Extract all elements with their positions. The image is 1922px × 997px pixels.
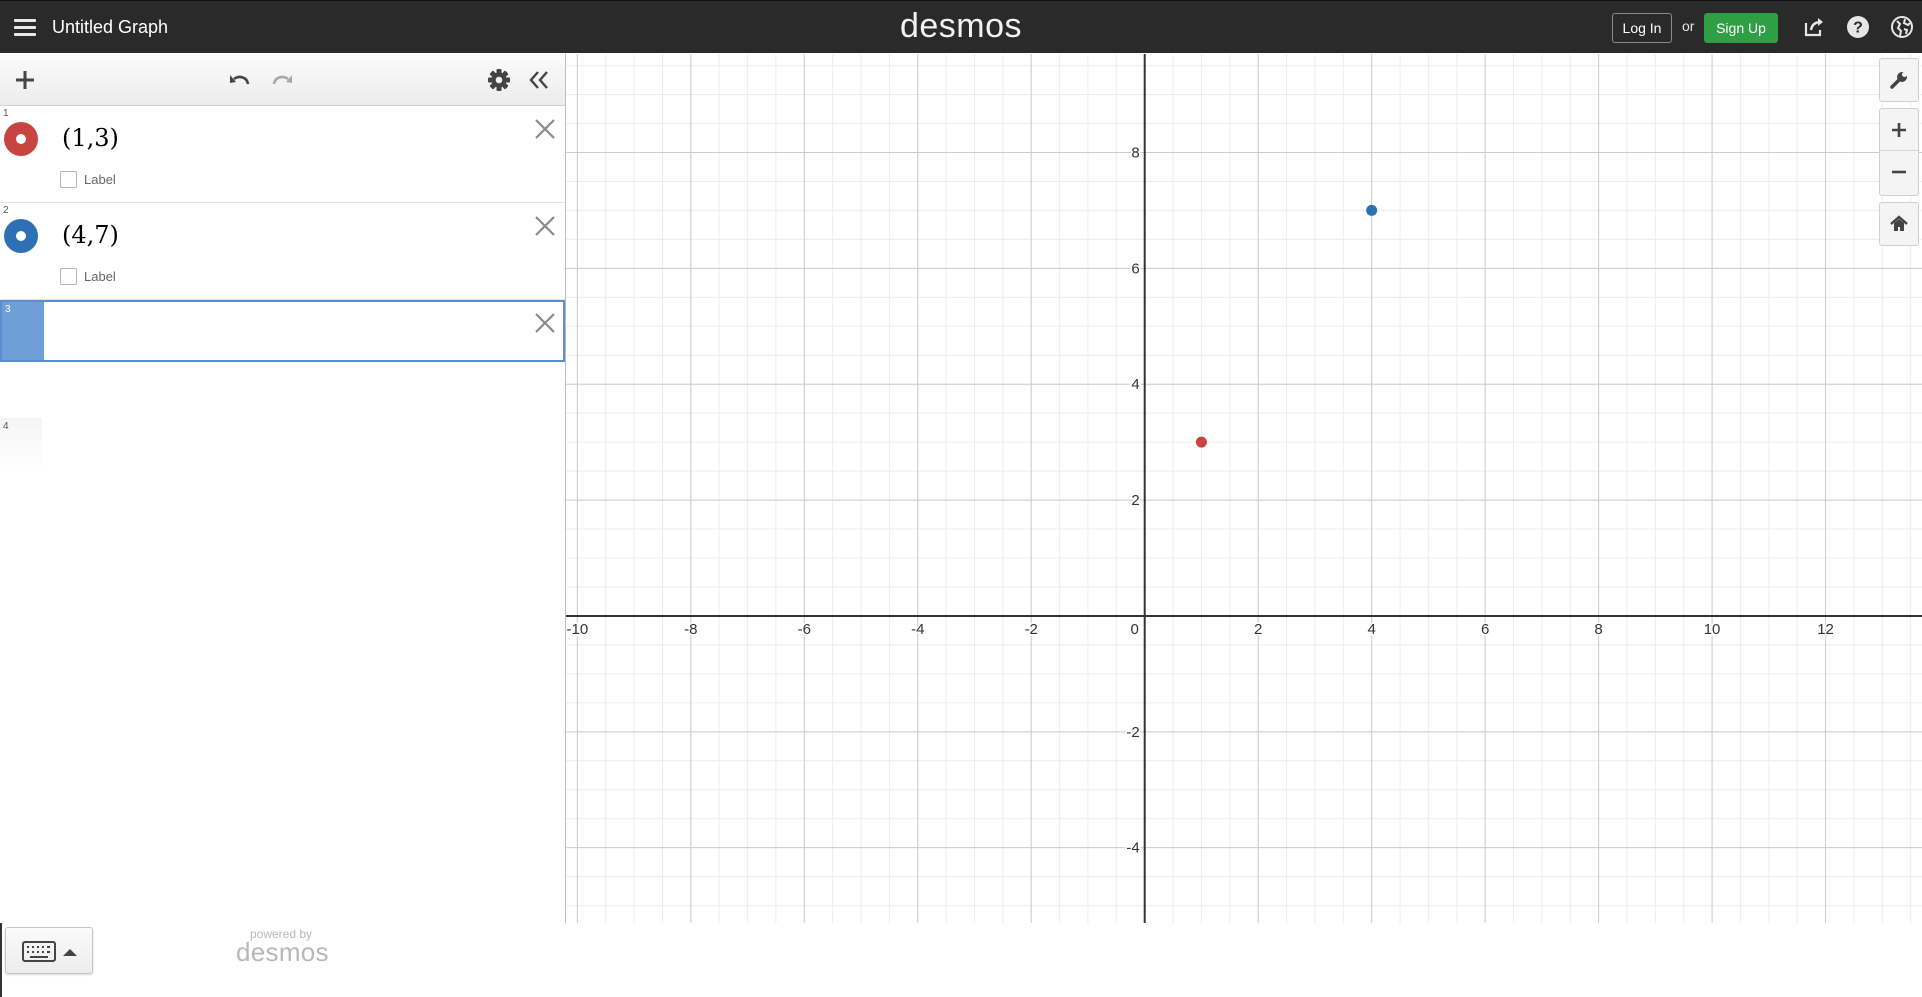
label-checkbox-text: Label — [84, 172, 116, 187]
label-checkbox[interactable] — [60, 171, 77, 188]
row-number: 1 — [3, 108, 9, 119]
expression-row[interactable]: 2 (4,7) Label — [0, 203, 565, 300]
page-edge-line — [0, 923, 2, 997]
home-control — [1879, 202, 1919, 246]
y-tick-label: -2 — [1126, 724, 1139, 741]
delete-expression-icon[interactable] — [532, 310, 558, 336]
svg-text:?: ? — [1853, 20, 1863, 37]
expression-row[interactable]: 1 (1,3) Label — [0, 106, 565, 203]
y-tick-label: 4 — [1131, 376, 1139, 393]
undo-icon[interactable] — [226, 66, 254, 94]
language-icon[interactable] — [1890, 15, 1914, 39]
expression-math[interactable]: (1,3) — [62, 124, 119, 152]
zoom-out-icon[interactable] — [1880, 151, 1918, 193]
redo-icon[interactable] — [268, 66, 296, 94]
y-tick-label: 6 — [1131, 260, 1139, 277]
plot-point[interactable] — [1366, 204, 1378, 216]
row-number: 2 — [3, 205, 9, 216]
x-tick-label: 2 — [1254, 621, 1262, 638]
x-tick-label: 4 — [1367, 621, 1375, 638]
wrench-icon[interactable] — [1880, 59, 1918, 101]
delete-expression-icon[interactable] — [532, 116, 558, 142]
expression-toolbar — [0, 54, 565, 106]
expression-row-active[interactable]: 3 — [0, 300, 565, 362]
row-number: 4 — [3, 421, 9, 432]
x-tick-label: -4 — [911, 621, 924, 638]
delete-expression-icon[interactable] — [532, 213, 558, 239]
row-number: 3 — [5, 304, 11, 315]
x-tick-label: -6 — [798, 621, 811, 638]
x-tick-label: 12 — [1817, 621, 1834, 638]
expression-math[interactable]: (4,7) — [62, 221, 119, 249]
x-tick-label: -2 — [1025, 621, 1038, 638]
y-tick-label: 8 — [1131, 144, 1139, 161]
top-bar: Untitled Graph desmos Log In or Sign Up … — [0, 0, 1922, 53]
label-checkbox-text: Label — [84, 269, 116, 284]
row-gutter: 1 — [0, 106, 42, 202]
add-icon[interactable] — [11, 66, 39, 94]
graph-title[interactable]: Untitled Graph — [52, 17, 168, 38]
keyboard-icon — [22, 941, 56, 962]
login-button[interactable]: Log In — [1612, 13, 1672, 43]
y-tick-label: -4 — [1126, 840, 1139, 857]
graph-paper[interactable]: -10 -8 -6 -4 -2 0 2 4 6 8 10 12 8 6 4 2 -2 -4 — [566, 54, 1922, 923]
x-tick-label: -10 — [567, 621, 589, 638]
row-gutter: 2 — [0, 203, 42, 299]
home-icon[interactable] — [1880, 203, 1918, 245]
plot-point[interactable] — [1195, 436, 1207, 448]
menu-icon[interactable] — [14, 19, 36, 37]
y-tick-label: 2 — [1131, 492, 1139, 509]
settings-gear-icon[interactable] — [485, 66, 513, 94]
x-tick-label: 8 — [1594, 621, 1602, 638]
zoom-in-icon[interactable] — [1880, 109, 1918, 151]
label-checkbox[interactable] — [60, 268, 77, 285]
powered-by-logo: desmos — [236, 937, 329, 967]
x-tick-label: 10 — [1704, 621, 1721, 638]
x-tick-label: -8 — [684, 621, 697, 638]
color-swatch-icon[interactable] — [4, 122, 38, 156]
powered-by-desmos[interactable]: powered by desmos — [236, 927, 329, 968]
color-swatch-icon[interactable] — [4, 219, 38, 253]
keyboard-toggle-button[interactable] — [5, 927, 93, 974]
caret-up-icon — [63, 949, 77, 956]
or-text: or — [1682, 18, 1695, 34]
x-tick-label: 0 — [1131, 621, 1139, 638]
graph-canvas[interactable]: -10 -8 -6 -4 -2 0 2 4 6 8 10 12 8 6 4 2 -2 -4 — [566, 54, 1922, 923]
help-icon[interactable]: ? — [1846, 15, 1870, 39]
row-gutter: 3 — [2, 302, 44, 360]
collapse-panel-icon[interactable] — [525, 66, 553, 94]
graph-settings-control — [1879, 58, 1919, 102]
signup-button[interactable]: Sign Up — [1704, 13, 1778, 43]
expression-list: 1 (1,3) Label 2 (4,7) Label 3 4 powered … — [0, 54, 566, 974]
x-tick-label: 6 — [1481, 621, 1489, 638]
share-icon[interactable] — [1802, 15, 1826, 39]
zoom-controls — [1879, 108, 1919, 196]
